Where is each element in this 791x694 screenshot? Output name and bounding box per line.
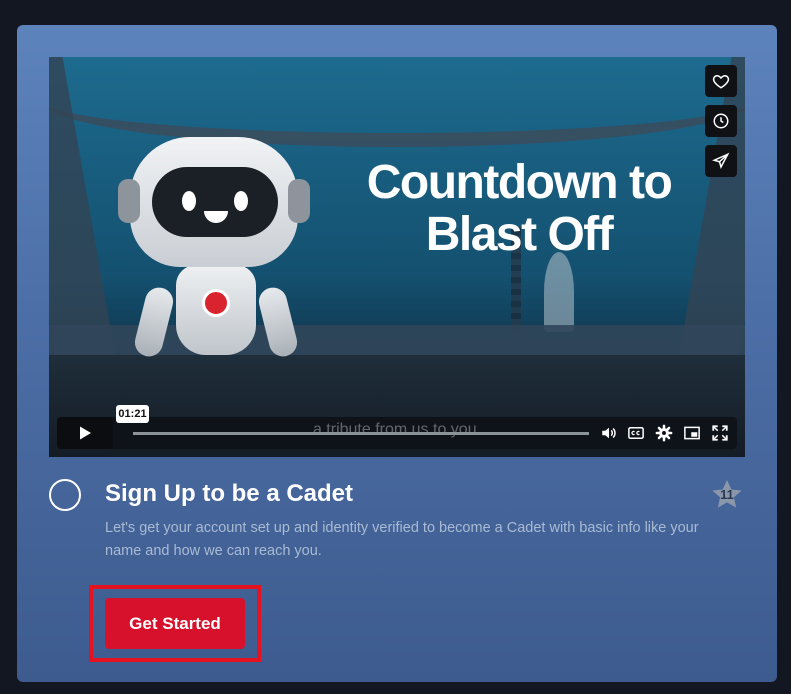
- lesson-description: Let's get your account set up and identi…: [105, 520, 699, 559]
- robot-mouth: [204, 211, 228, 223]
- progress-bar[interactable]: [133, 432, 589, 435]
- window-frame-top: [49, 57, 745, 147]
- points-badge: 11: [709, 477, 745, 513]
- current-time: 01:21: [116, 405, 149, 423]
- video-player[interactable]: Countdown to Blast Off a tribute from us…: [49, 57, 745, 457]
- robot-right-arm: [255, 284, 301, 360]
- points-value: 11: [720, 487, 734, 502]
- lesson-title: Sign Up to be a Cadet: [105, 480, 354, 507]
- play-icon: [80, 426, 91, 440]
- video-controls: a tribute from us to you. 01:21: [57, 405, 737, 449]
- robot-body: [176, 265, 256, 355]
- robot-left-arm: [131, 284, 177, 360]
- pip-icon[interactable]: [683, 424, 701, 442]
- completion-checkbox[interactable]: [49, 479, 81, 511]
- watch-later-button[interactable]: [705, 105, 737, 137]
- heart-icon: [712, 74, 730, 89]
- robot-left-ear: [118, 179, 140, 223]
- video-overlay-title: Countdown to Blast Off: [366, 156, 673, 261]
- robot-badge: [202, 289, 230, 317]
- robot-right-ear: [288, 179, 310, 223]
- robot-left-eye: [182, 191, 196, 211]
- volume-icon[interactable]: [600, 424, 618, 442]
- settings-icon[interactable]: [655, 424, 673, 442]
- video-subtitle: a tribute from us to you.: [312, 421, 482, 438]
- robot-face: [152, 167, 278, 237]
- robot-mascot: [118, 137, 310, 397]
- like-button[interactable]: [705, 65, 737, 97]
- rocket-image: [544, 252, 574, 332]
- get-started-button[interactable]: Get Started: [105, 598, 245, 649]
- share-button[interactable]: [705, 145, 737, 177]
- clock-icon: [713, 113, 729, 129]
- send-icon: [712, 152, 730, 169]
- robot-right-eye: [234, 191, 248, 211]
- robot-head: [130, 137, 298, 267]
- play-button[interactable]: [57, 417, 113, 449]
- lesson-card: Countdown to Blast Off a tribute from us…: [17, 25, 777, 682]
- captions-icon[interactable]: [627, 424, 645, 442]
- fullscreen-icon[interactable]: [711, 424, 729, 442]
